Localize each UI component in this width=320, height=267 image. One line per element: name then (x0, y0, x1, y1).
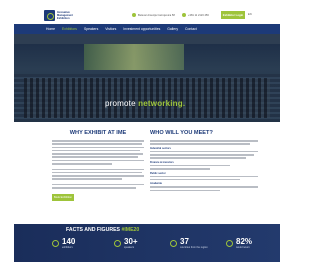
nav-contact[interactable]: Contact (185, 27, 197, 31)
why-exhibit-title: WHY EXHIBIT AT IME (69, 130, 127, 136)
exhibitor-login-button[interactable]: Exhibitor Login (221, 11, 245, 19)
stat-value: 30+ (124, 237, 138, 246)
stat-exhibitors: 140 exhibitors (52, 238, 75, 249)
facts-title: FACTS AND FIGURES #IME20 (66, 227, 140, 233)
nav-speakers[interactable]: Speakers (84, 27, 98, 31)
who-meet-text: Industrial sectors Finance & investors P… (150, 140, 260, 192)
hero-tagline: promote networking. (105, 99, 186, 108)
stat-label: would return (236, 246, 250, 249)
hero-audience (24, 78, 270, 118)
who-meet-label-1: Industrial sectors (150, 146, 171, 150)
who-meet-title: WHO WILL YOU MEET? (150, 130, 213, 136)
phone-icon (182, 13, 186, 17)
stat-countries: 37 countries from the region (170, 238, 208, 249)
who-meet-section: WHO WILL YOU MEET? Industrial sectors Fi… (150, 130, 260, 193)
why-exhibit-text (52, 140, 144, 189)
chart-icon (226, 240, 233, 247)
stat-value: 140 (62, 237, 76, 246)
stat-label: countries from the region (180, 246, 208, 249)
stat-label: exhibitors (62, 246, 73, 249)
stat-label: speakers (124, 246, 135, 249)
webpage: Innovative Management Exhibition Bulevar… (14, 7, 280, 262)
nav-visitors[interactable]: Visitors (105, 27, 116, 31)
language-switch[interactable]: EN (248, 13, 252, 16)
stat-return: 82% would return (226, 238, 252, 249)
exhibitors-icon (52, 240, 59, 247)
site-logo[interactable]: Innovative Management Exhibition (44, 10, 76, 21)
location-icon (132, 13, 136, 17)
stat-value: 82% (236, 237, 253, 246)
globe-icon (170, 240, 177, 247)
stat-value: 37 (180, 237, 189, 246)
hero-projection-screen (84, 44, 184, 70)
facts-band: FACTS AND FIGURES #IME20 140 exhibitors … (14, 224, 280, 262)
hero-ceiling (14, 34, 280, 44)
nav-investment[interactable]: Investment opportunities (123, 27, 160, 31)
who-meet-label-4: Academia (150, 182, 162, 186)
why-exhibit-section: WHY EXHIBIT AT IME Book Exhibition (52, 130, 144, 201)
who-meet-label-2: Finance & investors (150, 160, 174, 164)
contact-address: Bulevar Arsenija Carnojevica 58 (132, 13, 175, 17)
stat-speakers: 30+ speakers (114, 238, 138, 249)
nav-home[interactable]: Home (46, 27, 55, 31)
logo-line-3: Exhibition (57, 17, 70, 20)
logo-mark-icon (44, 10, 55, 21)
who-meet-label-3: Public sector (150, 171, 166, 175)
main-nav: Home Exhibitors Speakers Visitors Invest… (14, 24, 280, 34)
top-header: Innovative Management Exhibition Bulevar… (14, 7, 280, 24)
speakers-icon (114, 240, 121, 247)
hero-banner: promote networking. (14, 34, 280, 122)
nav-exhibitors[interactable]: Exhibitors (62, 27, 77, 31)
nav-gallery[interactable]: Gallery (167, 27, 178, 31)
book-exhibition-button[interactable]: Book Exhibition (52, 193, 74, 201)
contact-phone[interactable]: +381 11 2123 456 (182, 13, 209, 17)
